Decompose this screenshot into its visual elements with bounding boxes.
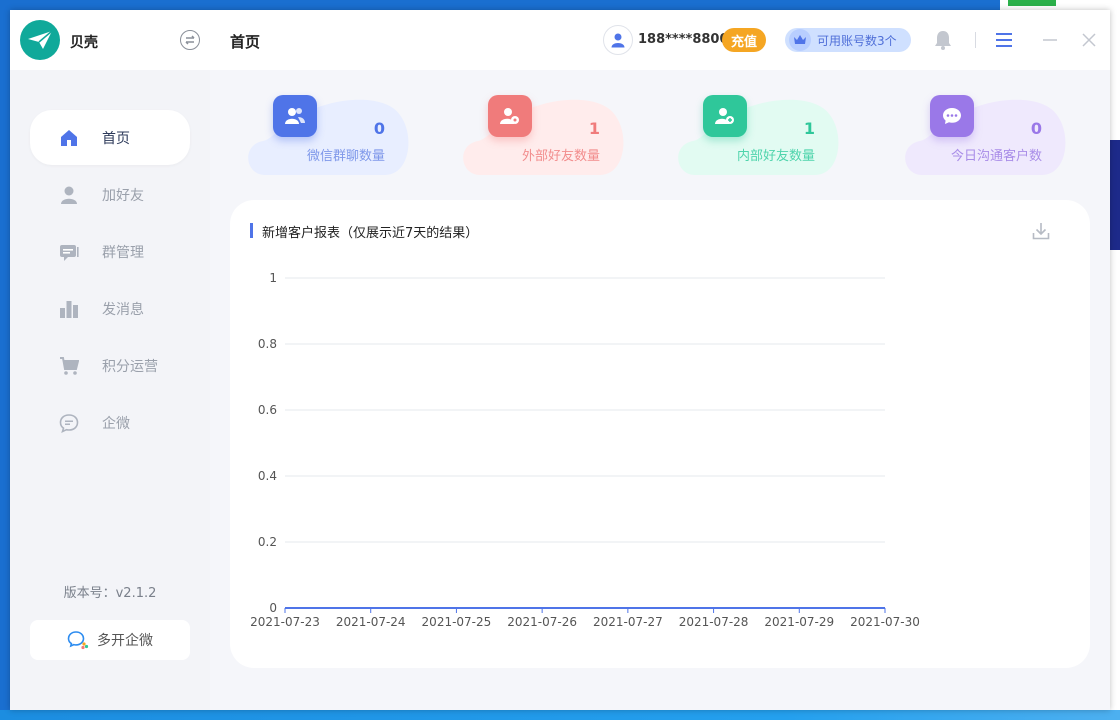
account-phone: 188****8800 (638, 32, 729, 47)
bar-chart-icon (58, 298, 80, 320)
external-friend-icon (488, 95, 532, 137)
version-label: 版本号：v2.1.2 (63, 586, 157, 601)
cart-icon (58, 355, 80, 377)
top-header: 首页 188****8800 充值 可用账号数3个 (210, 10, 1110, 70)
stat-card-today-customers[interactable]: 0 今日沟通客户数 (902, 95, 1072, 175)
x-tick-label: 2021-07-29 (764, 615, 834, 629)
menu-icon[interactable] (992, 28, 1016, 52)
home-icon (58, 127, 80, 149)
y-tick-label: 0.6 (258, 403, 277, 417)
sidebar-item-add-friend[interactable]: 加好友 (30, 167, 190, 222)
internal-friend-icon (703, 95, 747, 137)
y-tick-label: 0.4 (258, 469, 277, 483)
avatar-user-icon (611, 33, 625, 48)
crown-icon (789, 29, 811, 51)
paper-plane-logo-icon (20, 20, 60, 60)
stat-card-group-chats[interactable]: 0 微信群聊数量 (245, 95, 415, 175)
desktop-green-bar (1008, 0, 1056, 6)
wecom-icon (67, 630, 89, 650)
y-tick-label: 0.8 (258, 337, 277, 351)
message-icon (930, 95, 974, 137)
page-title: 首页 (230, 33, 261, 51)
y-tick-label: 0.2 (258, 535, 277, 549)
notification-bell-icon[interactable] (931, 28, 955, 52)
line-chart: 0 0.2 0.4 0.6 0.8 1 2021-07-23 2021-07-24 2021-0… (250, 271, 920, 629)
sidebar-item-points[interactable]: 积分运营 (30, 338, 190, 393)
recharge-button[interactable]: 充值 (722, 28, 766, 52)
stat-label: 今日沟通客户数 (950, 149, 1042, 164)
available-accounts-badge[interactable]: 可用账号数3个 (785, 28, 911, 52)
sidebar-item-label: 加好友 (102, 187, 144, 204)
group-users-icon (273, 95, 317, 137)
y-tick-label: 1 (269, 271, 277, 285)
sidebar: 贝壳 首页 加好友 群管理 发消息 积分运营 企微 版本号：v2.1.2 多开企… (10, 10, 210, 710)
x-tick-label: 2021-07-27 (593, 615, 663, 629)
sidebar-item-label: 发消息 (102, 301, 144, 318)
chat-bubble-icon (58, 412, 80, 434)
new-customer-report-card: 新增客户报表（仅展示近7天的结果） 0 0.2 0.4 0.6 0.8 1 2021-07-… (230, 200, 1090, 668)
stat-card-external-friends[interactable]: 1 外部好友数量 (460, 95, 630, 175)
app-name: 贝壳 (70, 35, 98, 51)
sidebar-item-label: 积分运营 (102, 358, 158, 375)
sidebar-item-home[interactable]: 首页 (30, 110, 190, 165)
x-tick-label: 2021-07-30 (850, 615, 920, 629)
stat-value: 0 (1030, 119, 1042, 138)
x-tick-label: 2021-07-23 (250, 615, 320, 629)
multi-open-label: 多开企微 (97, 633, 153, 649)
sidebar-item-group-manage[interactable]: 群管理 (30, 224, 190, 279)
sidebar-item-send-message[interactable]: 发消息 (30, 281, 190, 336)
stat-label: 外部好友数量 (521, 149, 600, 164)
close-icon[interactable] (1077, 28, 1101, 52)
app-window: 贝壳 首页 加好友 群管理 发消息 积分运营 企微 版本号：v2.1.2 多开企… (10, 10, 1110, 710)
avatar[interactable] (603, 25, 633, 55)
user-icon (58, 184, 80, 206)
x-tick-label: 2021-07-28 (679, 615, 749, 629)
group-chat-icon (58, 241, 80, 263)
stat-label: 内部好友数量 (736, 149, 815, 164)
sidebar-item-label: 首页 (102, 130, 130, 147)
stat-value: 1 (588, 119, 600, 138)
brand-bar: 贝壳 (10, 10, 210, 70)
sidebar-nav: 首页 加好友 群管理 发消息 积分运营 企微 (30, 110, 190, 452)
stat-card-internal-friends[interactable]: 1 内部好友数量 (675, 95, 845, 175)
collapse-sidebar-button[interactable] (180, 30, 200, 50)
sidebar-item-label: 群管理 (102, 244, 144, 261)
x-tick-label: 2021-07-24 (336, 615, 406, 629)
header-divider (975, 32, 976, 48)
available-accounts-label: 可用账号数3个 (817, 33, 897, 48)
x-tick-label: 2021-07-25 (422, 615, 492, 629)
y-tick-label: 0 (269, 601, 277, 615)
taskbar-edge (0, 710, 1120, 720)
stat-value: 0 (373, 119, 385, 138)
collapse-icon (185, 35, 195, 45)
minimize-icon[interactable] (1038, 28, 1062, 52)
stat-label: 微信群聊数量 (306, 149, 385, 164)
sidebar-item-label: 企微 (102, 415, 130, 432)
stat-value: 1 (803, 119, 815, 138)
x-tick-label: 2021-07-26 (507, 615, 577, 629)
sidebar-item-wecom[interactable]: 企微 (30, 395, 190, 450)
multi-open-wecom-button[interactable]: 多开企微 (30, 620, 190, 660)
